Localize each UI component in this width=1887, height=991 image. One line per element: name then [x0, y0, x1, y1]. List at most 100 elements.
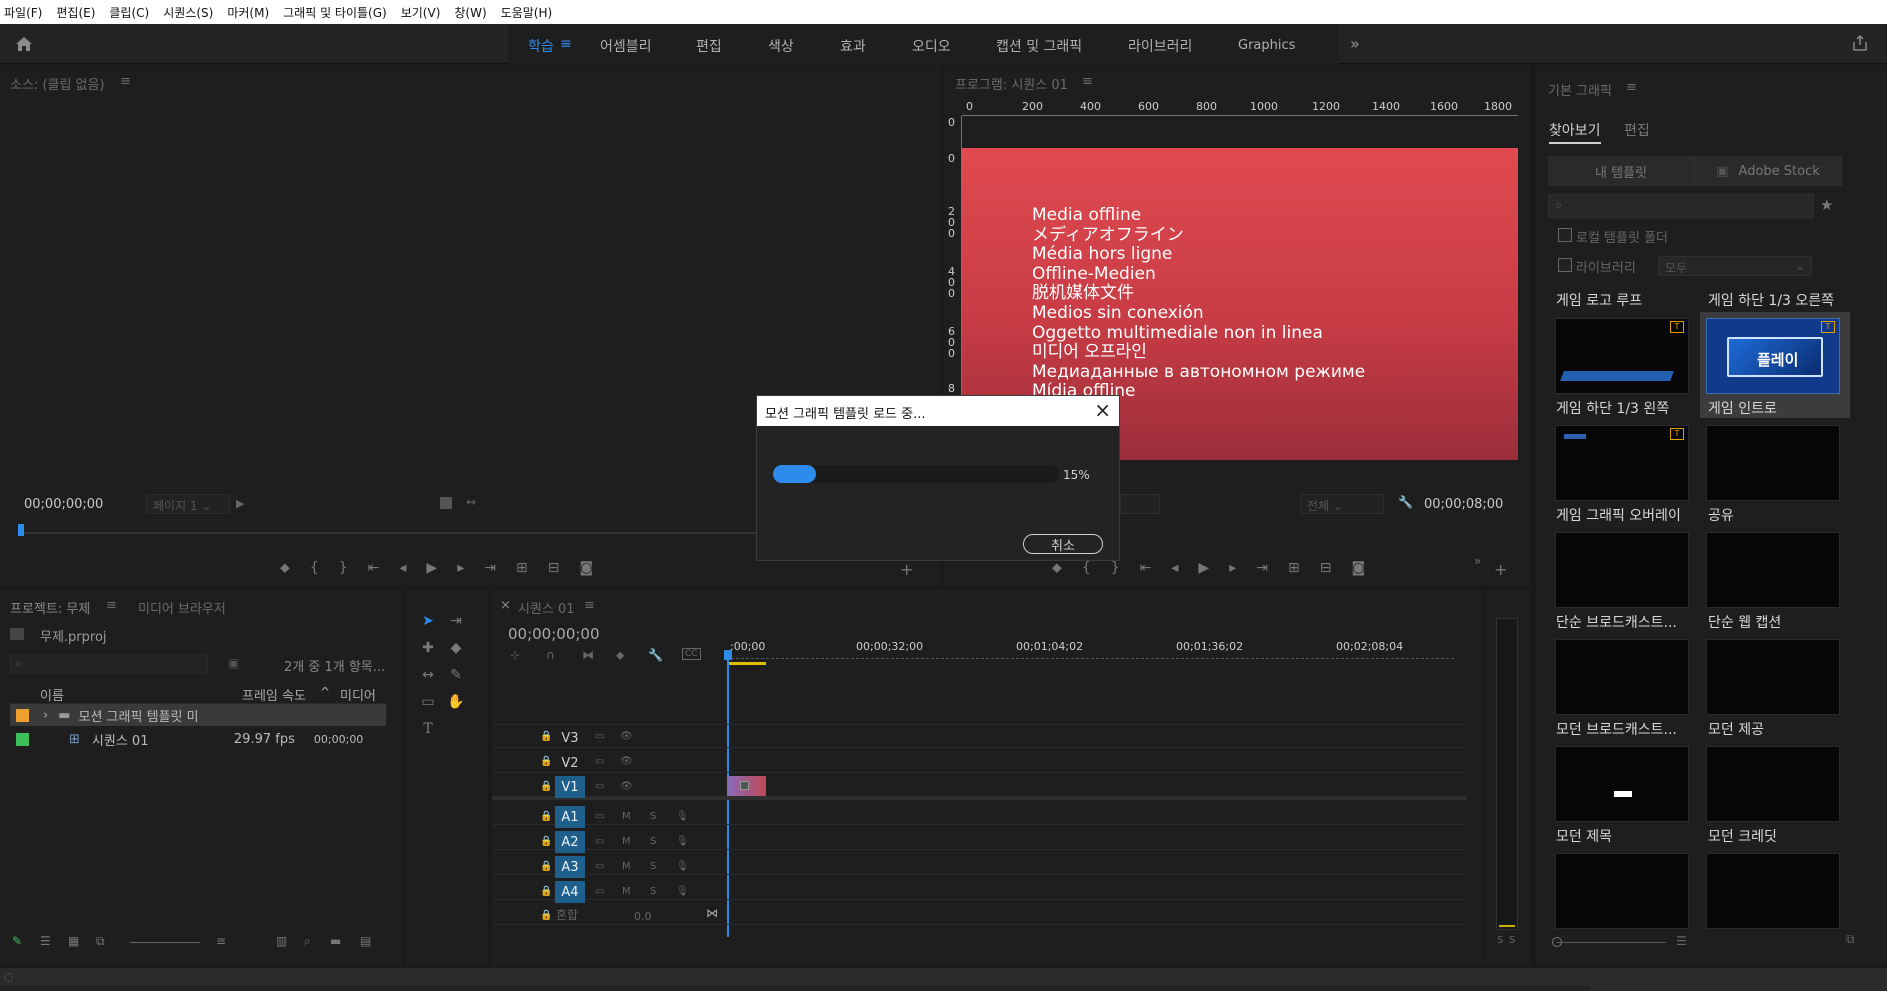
- essential-graphics-menu-icon[interactable]: ≡: [1626, 80, 1637, 95]
- freeform-view-icon[interactable]: ⧉: [96, 934, 105, 949]
- lock-icon[interactable]: 🔒: [540, 886, 552, 897]
- go-to-end-icon[interactable]: ⋈: [706, 906, 718, 920]
- step-back-icon[interactable]: ◂: [399, 560, 406, 576]
- track-v3[interactable]: V3: [555, 727, 585, 749]
- captions-icon[interactable]: CC: [682, 648, 701, 660]
- timeline-clip[interactable]: [728, 776, 766, 796]
- template-thumb-modern-broadcast[interactable]: [1555, 639, 1689, 715]
- timeline-title[interactable]: 시퀀스 01: [518, 598, 575, 617]
- timeline-menu-icon[interactable]: ≡: [584, 598, 595, 613]
- sync-lock-icon[interactable]: ▭: [595, 861, 604, 872]
- template-thumb[interactable]: [1706, 853, 1840, 929]
- track-select-tool-icon[interactable]: ⇥: [446, 611, 466, 631]
- close-icon[interactable]: ×: [500, 598, 511, 613]
- snap-icon[interactable]: ∩: [546, 648, 555, 662]
- go-to-in-icon[interactable]: ⇤: [368, 560, 380, 576]
- icon-view-icon[interactable]: ▦: [68, 934, 79, 948]
- sync-lock-icon[interactable]: ▭: [595, 756, 604, 767]
- eye-icon[interactable]: 👁: [620, 731, 633, 742]
- new-item-icon[interactable]: ⧉: [1846, 932, 1855, 947]
- microphone-icon[interactable]: 🎙: [676, 861, 689, 872]
- play-icon[interactable]: ▶: [1198, 560, 1209, 576]
- mark-in-icon[interactable]: {: [310, 560, 319, 576]
- timeline-timecode[interactable]: 00;00;00;00: [508, 625, 600, 643]
- template-thumb-share[interactable]: [1706, 425, 1840, 501]
- thumb-size-slider[interactable]: [1556, 942, 1666, 943]
- table-row[interactable]: › ▬ 모션 그래픽 템플릿 미: [10, 704, 386, 726]
- workspace-tab-edit[interactable]: 편집: [696, 36, 722, 56]
- tab-edit[interactable]: 편집: [1624, 120, 1650, 140]
- template-thumb-game-lower-third-left[interactable]: T: [1555, 318, 1689, 394]
- mute-button[interactable]: M: [622, 886, 631, 897]
- workspace-tab-libraries[interactable]: 라이브러리: [1128, 36, 1192, 56]
- ripple-edit-tool-icon[interactable]: ✚: [418, 638, 438, 658]
- lock-icon[interactable]: 🔒: [540, 836, 552, 847]
- program-overflow-icon[interactable]: »: [1474, 554, 1481, 568]
- sort-icon[interactable]: ≡: [216, 934, 226, 948]
- track-a2[interactable]: A2: [555, 831, 585, 853]
- track-a4[interactable]: A4: [555, 881, 585, 903]
- template-search-input[interactable]: ⌕: [1548, 194, 1814, 218]
- source-timecode[interactable]: 00;00;00;00: [24, 497, 103, 512]
- program-add-button-icon[interactable]: +: [1494, 560, 1507, 579]
- template-thumb-simple-broadcast[interactable]: [1555, 532, 1689, 608]
- extract-icon[interactable]: ⊟: [1320, 560, 1332, 576]
- sync-lock-icon[interactable]: ▭: [595, 886, 604, 897]
- menu-edit[interactable]: 편집(E): [56, 4, 95, 21]
- source-add-button-icon[interactable]: +: [900, 560, 913, 579]
- playhead-handle[interactable]: [724, 650, 732, 660]
- template-thumb-modern-presents[interactable]: [1706, 639, 1840, 715]
- sync-lock-icon[interactable]: ▭: [595, 731, 604, 742]
- track-a1[interactable]: A1: [555, 806, 585, 828]
- rectangle-tool-icon[interactable]: ▭: [418, 692, 438, 712]
- template-thumb-modern-title[interactable]: [1555, 746, 1689, 822]
- tab-browse[interactable]: 찾아보기: [1549, 120, 1601, 144]
- lock-icon[interactable]: 🔒: [540, 756, 552, 767]
- workspace-tab-learn[interactable]: 학습: [528, 36, 554, 56]
- project-menu-icon[interactable]: ≡: [106, 598, 117, 613]
- expand-chevron-icon[interactable]: ›: [43, 708, 48, 723]
- search-icon[interactable]: ⌕: [304, 934, 311, 949]
- mute-button[interactable]: M: [622, 836, 631, 847]
- new-bin-icon[interactable]: ▬: [330, 934, 341, 948]
- mark-in-icon[interactable]: {: [1082, 560, 1091, 576]
- template-thumb[interactable]: [1555, 853, 1689, 929]
- go-to-in-icon[interactable]: ⇤: [1140, 560, 1152, 576]
- selection-tool-icon[interactable]: ➤: [418, 611, 438, 631]
- column-name[interactable]: 이름: [40, 685, 64, 704]
- source-monitor-title[interactable]: 소스: (클립 없음): [10, 74, 105, 93]
- type-tool-icon[interactable]: T: [418, 719, 438, 739]
- lock-icon[interactable]: 🔒: [540, 781, 552, 792]
- work-area-bar[interactable]: [728, 662, 766, 665]
- project-title[interactable]: 프로젝트: 무제: [10, 598, 90, 617]
- cancel-button[interactable]: 취소: [1023, 534, 1103, 554]
- wrench-icon[interactable]: 🔧: [1398, 495, 1413, 509]
- workspace-tab-effects[interactable]: 효과: [840, 36, 866, 56]
- add-marker-icon[interactable]: ⬥: [616, 648, 624, 663]
- source-playhead[interactable]: [18, 524, 24, 536]
- workspace-tab-graphics[interactable]: Graphics: [1238, 38, 1295, 53]
- step-forward-icon[interactable]: ▸: [457, 560, 464, 576]
- workspace-overflow-icon[interactable]: »: [1350, 34, 1360, 53]
- menu-marker[interactable]: 마커(M): [227, 4, 269, 21]
- hand-tool-icon[interactable]: ✋: [446, 692, 466, 712]
- list-view-icon[interactable]: ☰: [40, 934, 51, 948]
- table-row[interactable]: ⊞ 시퀀스 01 29.97 fps 00;00;00: [10, 728, 386, 750]
- marker-icon[interactable]: ⬥: [1052, 560, 1062, 576]
- home-icon[interactable]: [14, 34, 34, 54]
- camera-icon[interactable]: ◙: [1351, 560, 1365, 576]
- share-icon[interactable]: [1851, 34, 1869, 52]
- label-color-swatch[interactable]: [16, 732, 29, 746]
- linked-selection-icon[interactable]: ⧓: [582, 648, 594, 662]
- template-thumb-game-intro[interactable]: 플레이 T: [1706, 318, 1840, 394]
- libraries-checkbox[interactable]: [1558, 258, 1572, 272]
- razor-tool-icon[interactable]: ◆: [446, 638, 466, 658]
- program-monitor-menu-icon[interactable]: ≡: [1082, 74, 1093, 89]
- my-templates-button[interactable]: 내 템플릿: [1548, 156, 1694, 186]
- mix-value[interactable]: 0.0: [634, 910, 652, 923]
- step-back-icon[interactable]: ◂: [1171, 560, 1178, 576]
- solo-button[interactable]: S: [650, 861, 656, 872]
- essential-graphics-title[interactable]: 기본 그래픽: [1548, 80, 1612, 99]
- template-thumb-game-overlay[interactable]: T: [1555, 425, 1689, 501]
- menu-view[interactable]: 보기(V): [401, 4, 441, 21]
